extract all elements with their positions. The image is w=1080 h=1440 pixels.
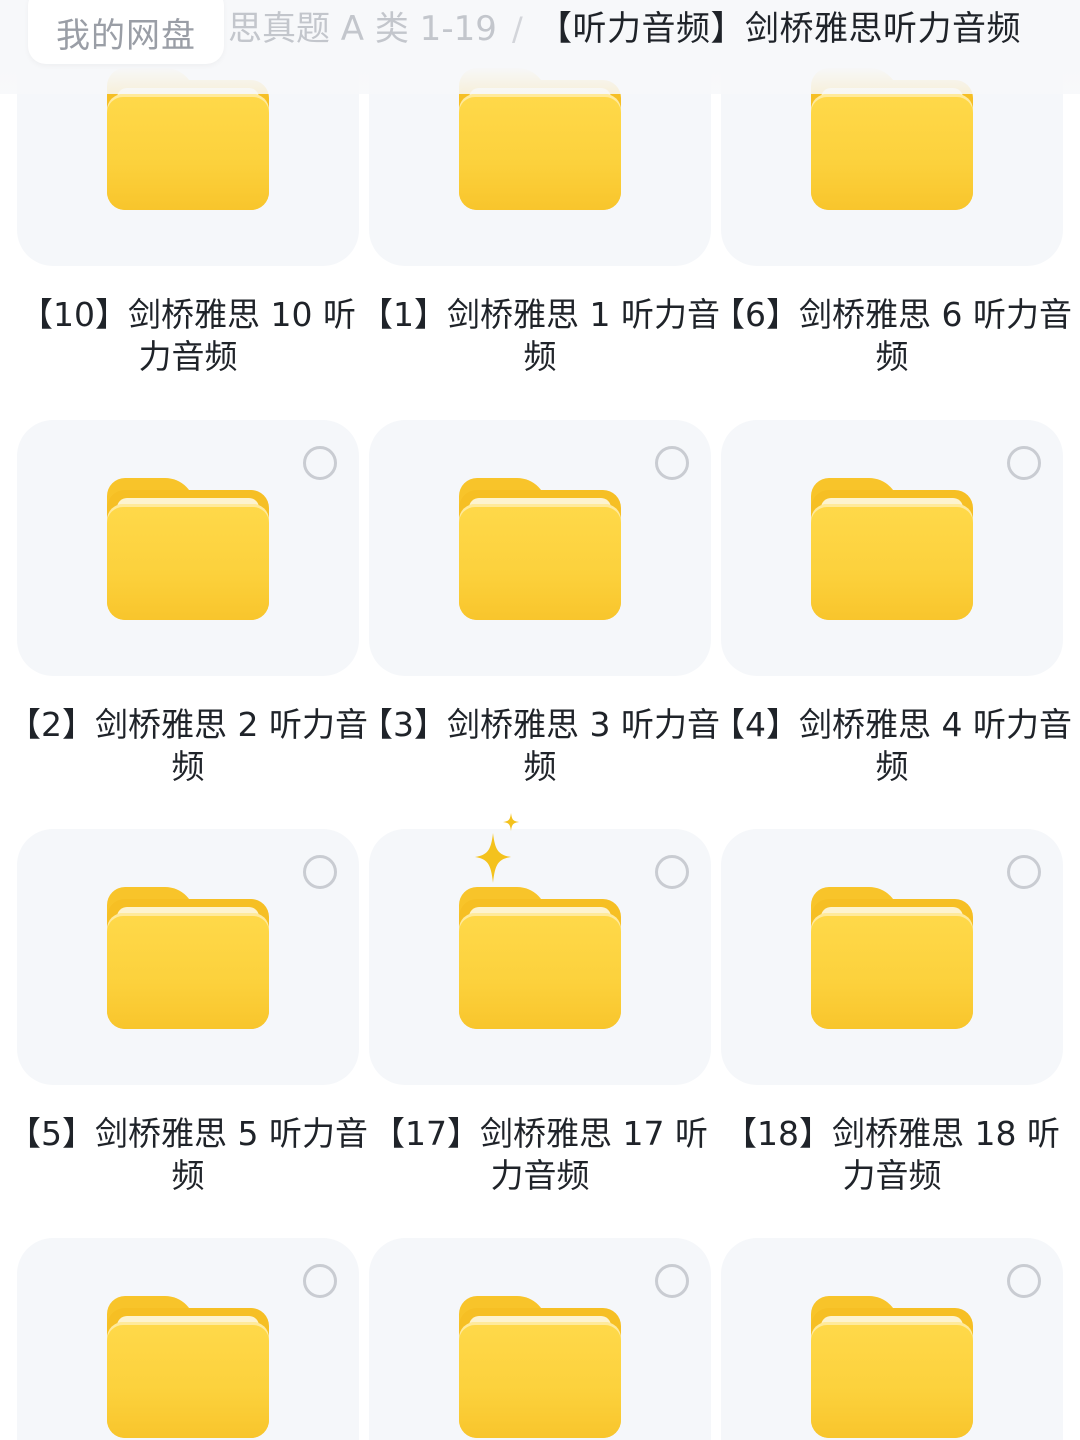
select-checkbox[interactable] xyxy=(655,446,689,480)
folder-icon xyxy=(107,887,269,1029)
select-checkbox[interactable] xyxy=(1007,446,1041,480)
select-checkbox[interactable] xyxy=(1007,1264,1041,1298)
folder-icon xyxy=(811,887,973,1029)
select-checkbox[interactable] xyxy=(303,446,337,480)
folder-icon xyxy=(459,887,621,1029)
select-checkbox[interactable] xyxy=(1007,855,1041,889)
folder-name: 【18】剑桥雅思 18 听力音频 xyxy=(724,1114,1060,1195)
folder-icon xyxy=(107,478,269,620)
select-checkbox[interactable] xyxy=(655,1264,689,1298)
folder-name: 【4】剑桥雅思 4 听力音频 xyxy=(712,705,1072,786)
breadcrumb: 我的网盘 思真题 A 类 1-19 / 【听力音频】剑桥雅思听力音频 xyxy=(0,0,1080,94)
file-browser-page: 【10】剑桥雅思 10 听力音频 【1】剑桥雅思 1 听力音频 【6】剑桥雅思 … xyxy=(0,0,1080,1440)
folder-icon xyxy=(811,1296,973,1438)
select-checkbox[interactable] xyxy=(655,855,689,889)
breadcrumb-current: 【听力音频】剑桥雅思听力音频 xyxy=(538,9,1021,49)
folder-name: 【2】剑桥雅思 2 听力音频 xyxy=(8,705,368,786)
breadcrumb-home[interactable]: 我的网盘 xyxy=(28,0,224,64)
breadcrumb-home-label: 我的网盘 xyxy=(56,15,196,56)
folder-icon xyxy=(811,478,973,620)
folder-name: 【6】剑桥雅思 6 听力音频 xyxy=(712,295,1072,376)
select-checkbox[interactable] xyxy=(303,1264,337,1298)
folder-name: 【5】剑桥雅思 5 听力音频 xyxy=(8,1114,368,1195)
folder-icon xyxy=(107,1296,269,1438)
sparkle-icon xyxy=(475,813,519,883)
select-checkbox[interactable] xyxy=(303,855,337,889)
folder-name: 【3】剑桥雅思 3 听力音频 xyxy=(360,705,720,786)
breadcrumb-separator: / xyxy=(512,10,523,48)
folder-name: 【10】剑桥雅思 10 听力音频 xyxy=(20,295,356,376)
folder-name: 【1】剑桥雅思 1 听力音频 xyxy=(360,295,720,376)
folder-icon xyxy=(459,478,621,620)
breadcrumb-parent[interactable]: 思真题 A 类 1-19 xyxy=(228,4,497,54)
folder-icon xyxy=(459,1296,621,1438)
folder-name: 【17】剑桥雅思 17 听力音频 xyxy=(372,1114,708,1195)
folder-grid: 【10】剑桥雅思 10 听力音频 【1】剑桥雅思 1 听力音频 【6】剑桥雅思 … xyxy=(0,0,1080,1440)
